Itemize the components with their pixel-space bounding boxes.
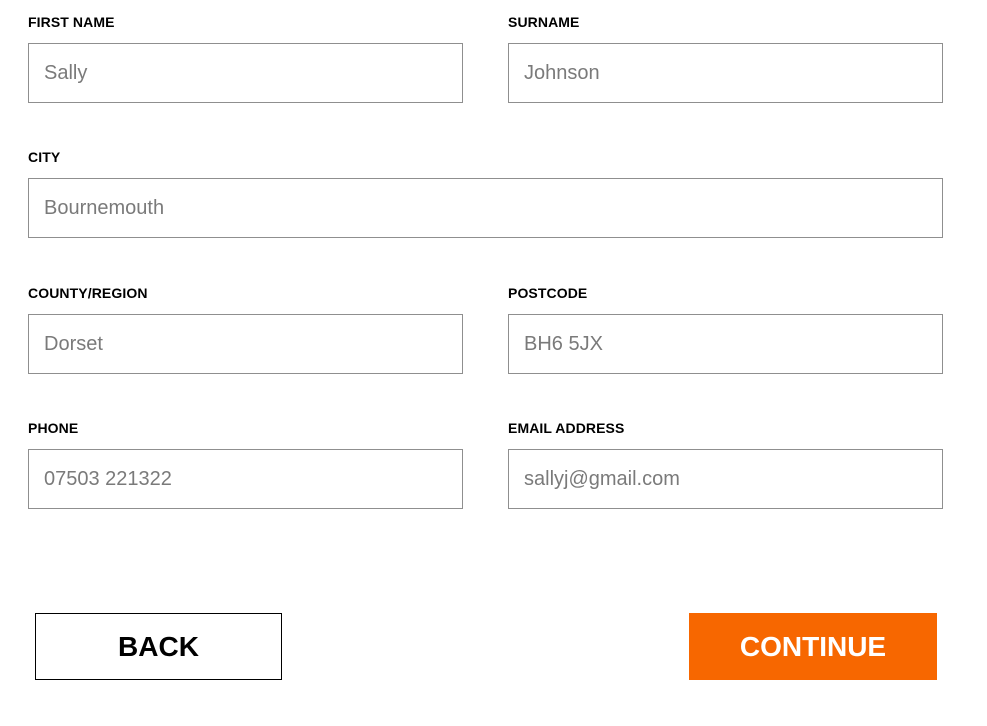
- phone-label: PHONE: [28, 420, 79, 436]
- county-region-label: COUNTY/REGION: [28, 285, 148, 301]
- postcode-label: POSTCODE: [508, 285, 588, 301]
- continue-button[interactable]: CONTINUE: [689, 613, 937, 680]
- postcode-field[interactable]: [508, 314, 943, 374]
- surname-label: SURNAME: [508, 14, 580, 30]
- back-button[interactable]: BACK: [35, 613, 282, 680]
- phone-field[interactable]: [28, 449, 463, 509]
- city-label: CITY: [28, 149, 61, 165]
- email-address-label: EMAIL ADDRESS: [508, 420, 625, 436]
- first-name-field[interactable]: [28, 43, 463, 103]
- county-region-field[interactable]: [28, 314, 463, 374]
- city-field[interactable]: [28, 178, 943, 238]
- email-address-field[interactable]: [508, 449, 943, 509]
- first-name-label: FIRST NAME: [28, 14, 115, 30]
- surname-field[interactable]: [508, 43, 943, 103]
